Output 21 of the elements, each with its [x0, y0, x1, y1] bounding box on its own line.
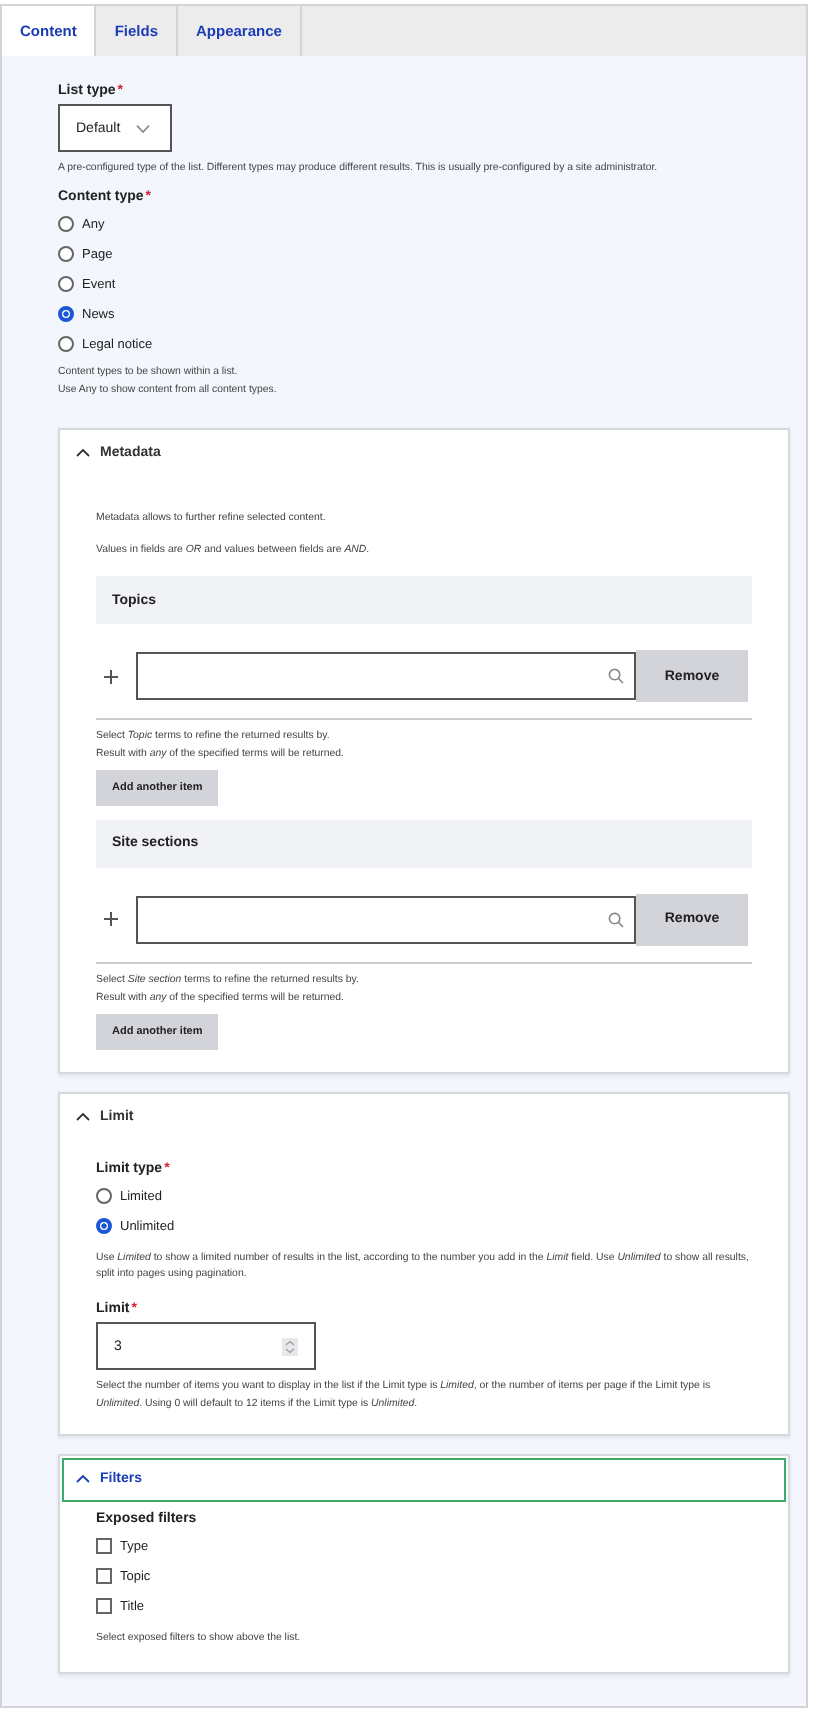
chevron-down-icon — [136, 123, 151, 133]
search-icon — [608, 668, 624, 685]
drag-handle-icon[interactable] — [104, 669, 118, 684]
chevron-icon — [76, 448, 90, 459]
spinner-icon[interactable] — [282, 1337, 298, 1356]
radio-button[interactable] — [58, 336, 74, 353]
chevron-icon — [76, 1112, 90, 1123]
checkbox[interactable] — [96, 1598, 112, 1615]
radio-button[interactable] — [58, 276, 74, 293]
radio-button[interactable] — [96, 1188, 112, 1205]
radio-button[interactable] — [58, 246, 74, 263]
search-icon — [608, 911, 624, 928]
autocomplete-field[interactable] — [136, 652, 636, 701]
autocomplete-field[interactable] — [136, 895, 636, 944]
radio-button[interactable] — [96, 1218, 112, 1235]
checkbox[interactable] — [96, 1568, 112, 1585]
checkbox[interactable] — [96, 1538, 112, 1555]
radio-button[interactable] — [58, 306, 74, 323]
chevron-icon — [76, 1474, 90, 1485]
radio-button[interactable] — [58, 216, 74, 233]
drag-handle-icon[interactable] — [104, 912, 118, 927]
